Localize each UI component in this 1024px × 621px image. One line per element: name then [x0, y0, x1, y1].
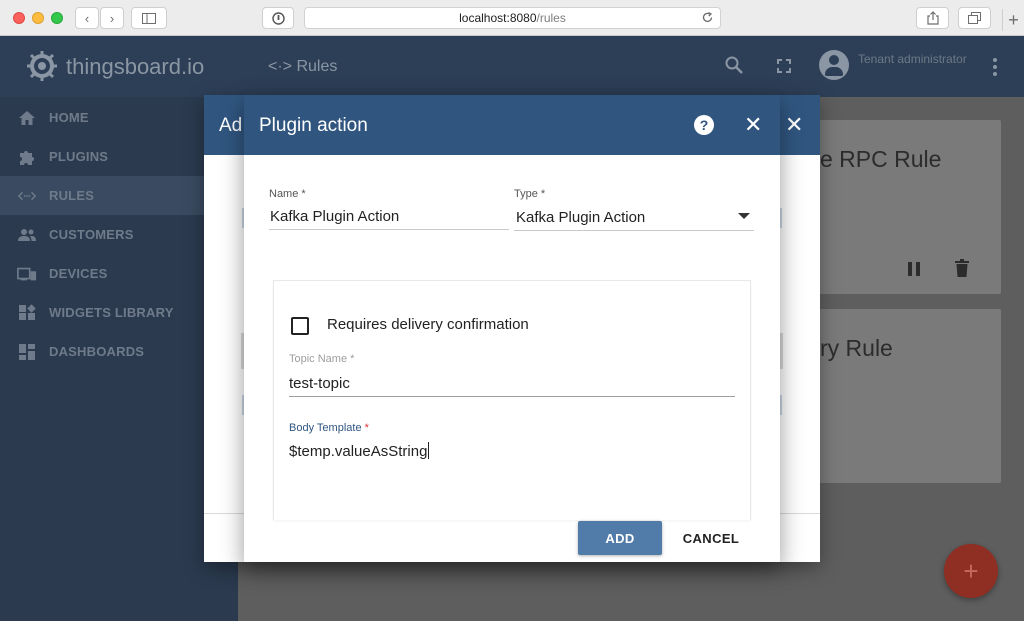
- thingsboard-logo-icon: [24, 48, 60, 84]
- field-edge: [780, 208, 782, 228]
- add-button[interactable]: ADD: [578, 521, 662, 555]
- topic-label-text: Topic Name: [289, 353, 348, 365]
- body-label-text: Body Template: [289, 422, 362, 434]
- widgets-icon: [17, 303, 37, 323]
- sidebar-item-label: HOME: [49, 110, 89, 125]
- add-rule-button[interactable]: +: [944, 544, 998, 598]
- help-icon[interactable]: ?: [694, 115, 714, 135]
- user-role[interactable]: Tenant administrator: [858, 52, 967, 66]
- delete-icon[interactable]: [955, 259, 969, 282]
- sidebar-item-label: PLUGINS: [49, 149, 109, 164]
- fullscreen-icon[interactable]: [777, 59, 791, 78]
- url-path: /rules: [536, 11, 566, 25]
- type-field-underline: [514, 230, 754, 231]
- zoom-window-button[interactable]: [51, 12, 63, 24]
- required-mark: *: [540, 188, 546, 200]
- rule-card-title: ry Rule: [820, 335, 893, 361]
- close-window-button[interactable]: [13, 12, 25, 24]
- browser-toolbar: ‹ › localhost:8080/rules +: [0, 0, 1024, 36]
- back-arrow-icon[interactable]: ‹: [75, 7, 99, 29]
- search-icon[interactable]: [725, 56, 743, 79]
- sidebar-toggle-icon[interactable]: [131, 7, 167, 29]
- sidebar: HOME PLUGINS RULES CUSTOMERS DEVICES WID…: [0, 97, 238, 621]
- name-field-underline: [269, 229, 509, 230]
- forward-arrow-icon[interactable]: ›: [100, 7, 124, 29]
- type-label-text: Type: [514, 188, 538, 200]
- field-edge: [780, 333, 783, 369]
- sidebar-item-devices[interactable]: DEVICES: [0, 254, 238, 293]
- cancel-button[interactable]: CANCEL: [674, 521, 748, 555]
- topic-name-underline: [289, 396, 735, 397]
- home-icon: [17, 108, 37, 128]
- page-title: <·> Rules: [268, 58, 338, 75]
- topic-name-label: Topic Name *: [289, 353, 354, 365]
- sidebar-item-label: RULES: [49, 188, 95, 203]
- address-bar[interactable]: localhost:8080/rules: [304, 7, 721, 29]
- required-mark: *: [350, 353, 355, 365]
- text-cursor: [428, 442, 430, 459]
- delivery-confirmation-label[interactable]: Requires delivery confirmation: [327, 316, 529, 333]
- dialog-title: Plugin action: [259, 115, 368, 136]
- sidebar-item-label: WIDGETS LIBRARY: [49, 305, 174, 320]
- new-tab-button[interactable]: +: [1002, 9, 1024, 31]
- body-template-input[interactable]: $temp.valueAsString: [289, 442, 430, 460]
- field-edge: [780, 395, 782, 415]
- sidebar-item-rules[interactable]: RULES: [0, 176, 238, 215]
- name-field-label: Name *: [269, 188, 306, 200]
- pause-icon[interactable]: [908, 262, 920, 281]
- sidebar-item-label: DASHBOARDS: [49, 344, 145, 359]
- sidebar-item-label: DEVICES: [49, 266, 108, 281]
- close-icon[interactable]: ✕: [785, 114, 803, 136]
- rule-card-title: e RPC Rule: [820, 146, 942, 172]
- user-avatar-icon[interactable]: [819, 50, 849, 80]
- type-select[interactable]: Kafka Plugin Action: [516, 209, 645, 226]
- sidebar-item-widgets-library[interactable]: WIDGETS LIBRARY: [0, 293, 238, 332]
- tabs-overview-icon[interactable]: [958, 7, 991, 29]
- code-arrows-icon: [17, 186, 37, 206]
- logo-text: thingsboard.io: [66, 54, 205, 79]
- app-header: thingsboard.io <·> Rules Tenant administ…: [0, 36, 1024, 97]
- url-host: localhost:8080: [459, 11, 537, 25]
- plugin-action-dialog: Plugin action ? ✕ Name * Kafka Plugin Ac…: [244, 95, 780, 562]
- share-icon[interactable]: [916, 7, 949, 29]
- delivery-confirmation-checkbox[interactable]: [291, 317, 309, 335]
- sidebar-item-customers[interactable]: CUSTOMERS: [0, 215, 238, 254]
- close-icon[interactable]: ✕: [744, 114, 762, 136]
- plugin-action-dialog-header: Plugin action ? ✕: [244, 95, 780, 155]
- topic-name-input[interactable]: test-topic: [289, 375, 350, 392]
- devices-icon: [17, 264, 37, 284]
- name-label-text: Name: [269, 188, 299, 200]
- required-mark: *: [364, 422, 369, 434]
- add-rule-dialog-title: Ad: [219, 115, 243, 136]
- required-mark: *: [301, 188, 306, 200]
- sidebar-item-dashboards[interactable]: DASHBOARDS: [0, 332, 238, 371]
- body-template-label: Body Template *: [289, 422, 369, 434]
- type-field-label: Type *: [514, 188, 545, 200]
- sidebar-item-label: CUSTOMERS: [49, 227, 134, 242]
- people-icon: [17, 225, 37, 245]
- more-menu-icon[interactable]: [993, 58, 997, 79]
- puzzle-icon: [17, 147, 37, 167]
- minimize-window-button[interactable]: [32, 12, 44, 24]
- sidebar-item-home[interactable]: HOME: [0, 98, 238, 137]
- privacy-report-icon[interactable]: [262, 7, 294, 29]
- dashboard-icon: [17, 342, 37, 362]
- sidebar-item-plugins[interactable]: PLUGINS: [0, 137, 238, 176]
- body-template-text: $temp.valueAsString: [289, 443, 428, 460]
- dropdown-arrow-icon[interactable]: [738, 213, 750, 219]
- reload-icon[interactable]: [701, 11, 714, 27]
- name-field[interactable]: Kafka Plugin Action: [270, 208, 399, 225]
